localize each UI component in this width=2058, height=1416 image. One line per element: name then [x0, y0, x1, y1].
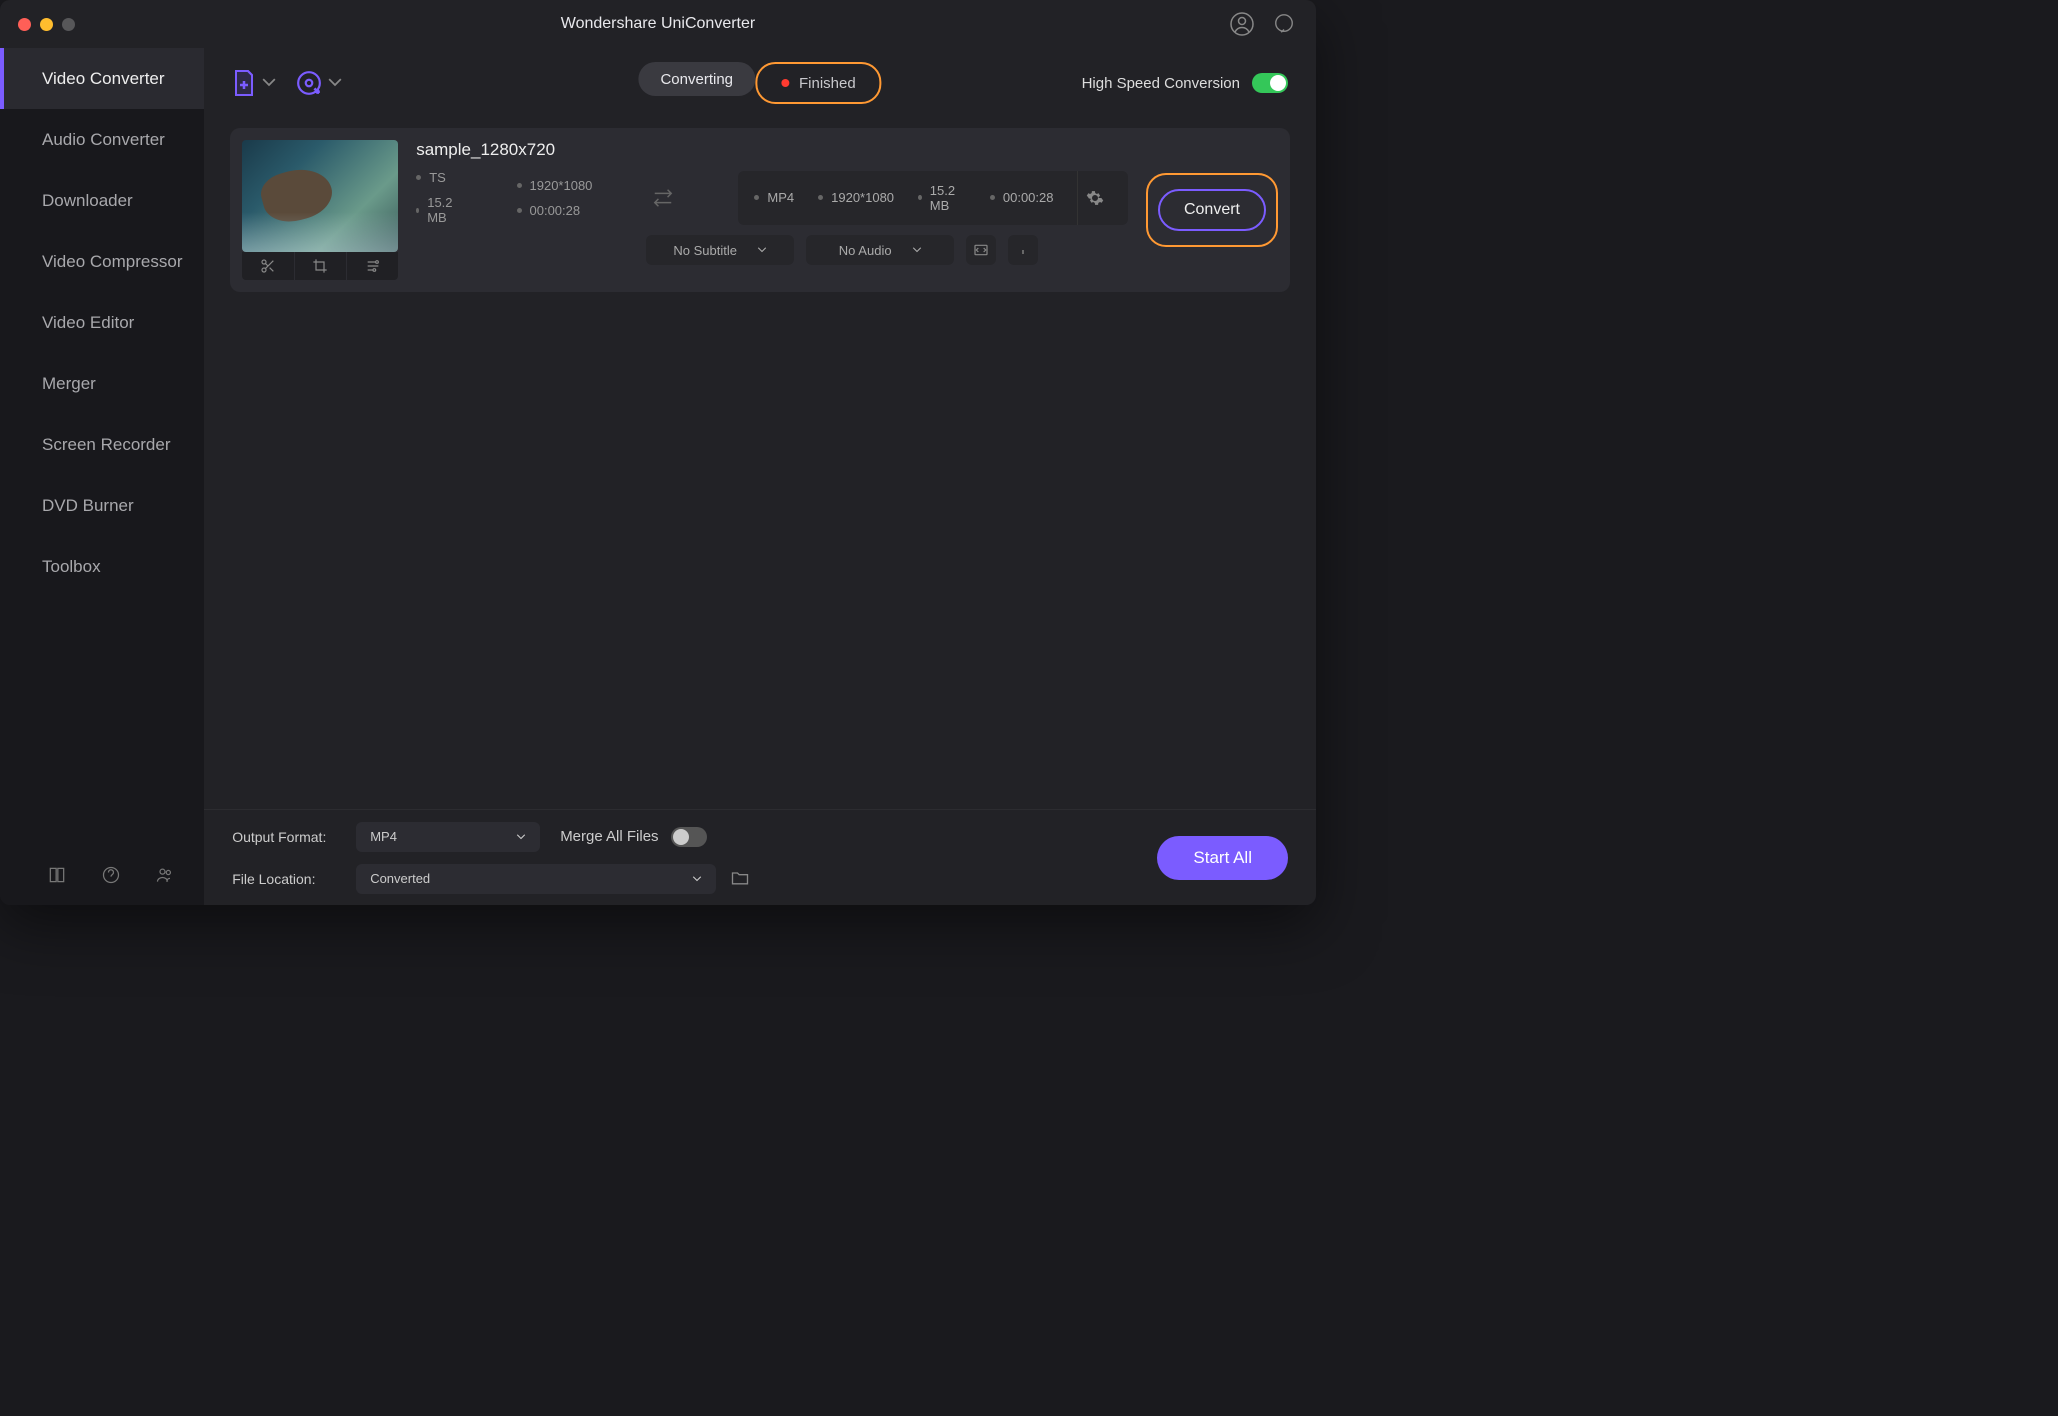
- file-location-select[interactable]: Converted: [356, 864, 716, 894]
- file-list: sample_1280x720 TS 15.2 MB 1920*1080 00:…: [204, 118, 1316, 809]
- convert-label: Convert: [1184, 201, 1240, 218]
- chevron-down-icon: [516, 834, 526, 840]
- info-icon[interactable]: [1008, 235, 1038, 265]
- hsc-label: High Speed Conversion: [1082, 75, 1240, 92]
- subtitle-select[interactable]: No Subtitle: [646, 235, 794, 265]
- nav-label: Video Converter: [42, 69, 165, 89]
- output-format-label: Output Format:: [232, 829, 342, 845]
- nav-toolbox[interactable]: Toolbox: [0, 536, 204, 597]
- main-panel: Converting Finished High Speed Conversio…: [204, 48, 1316, 905]
- minimize-window-button[interactable]: [40, 18, 53, 31]
- output-format: MP4: [754, 190, 794, 205]
- bottom-bar: Output Format: MP4 Merge All Files File …: [204, 809, 1316, 905]
- sidebar-footer: [0, 845, 204, 905]
- crop-icon[interactable]: [295, 252, 347, 280]
- trim-icon[interactable]: [242, 252, 294, 280]
- merge-all-files: Merge All Files: [560, 827, 706, 847]
- output-format-value: MP4: [370, 829, 397, 844]
- nav-video-compressor[interactable]: Video Compressor: [0, 231, 204, 292]
- start-all-label: Start All: [1193, 848, 1252, 867]
- help-icon[interactable]: [100, 864, 122, 886]
- nav-label: Video Editor: [42, 313, 134, 333]
- nav-label: Audio Converter: [42, 130, 165, 150]
- nav-label: Merger: [42, 374, 96, 394]
- nav-list: Video Converter Audio Converter Download…: [0, 48, 204, 845]
- swap-icon: [652, 186, 674, 210]
- add-file-button[interactable]: [232, 69, 276, 97]
- nav-label: Video Compressor: [42, 252, 182, 272]
- convert-highlight: Convert: [1146, 173, 1278, 247]
- thumbnail-tools: [242, 252, 398, 280]
- nav-label: Downloader: [42, 191, 133, 211]
- hsc-toggle[interactable]: [1252, 73, 1288, 93]
- sidebar: Video Converter Audio Converter Download…: [0, 48, 204, 905]
- nav-screen-recorder[interactable]: Screen Recorder: [0, 414, 204, 475]
- high-speed-conversion: High Speed Conversion: [1082, 73, 1288, 93]
- source-resolution: 1920*1080: [517, 178, 593, 193]
- output-format-select[interactable]: MP4: [356, 822, 540, 852]
- add-dvd-button[interactable]: [296, 70, 342, 96]
- tab-converting[interactable]: Converting: [638, 62, 755, 96]
- notification-dot-icon: [781, 79, 789, 87]
- maximize-window-button[interactable]: [62, 18, 75, 31]
- start-all-button[interactable]: Start All: [1157, 836, 1288, 880]
- app-title: Wondershare UniConverter: [561, 15, 755, 33]
- file-location-value: Converted: [370, 871, 430, 886]
- nav-label: Screen Recorder: [42, 435, 171, 455]
- titlebar: Wondershare UniConverter: [0, 0, 1316, 48]
- nav-video-editor[interactable]: Video Editor: [0, 292, 204, 353]
- file-name: sample_1280x720: [416, 140, 1128, 160]
- tab-label: Finished: [799, 75, 856, 92]
- output-resolution: 1920*1080: [818, 190, 894, 205]
- output-settings-button[interactable]: [1077, 171, 1111, 225]
- subtitle-value: No Subtitle: [673, 243, 737, 258]
- output-size: 15.2 MB: [918, 183, 966, 213]
- nav-label: DVD Burner: [42, 496, 134, 516]
- account-icon[interactable]: [1228, 10, 1256, 38]
- file-row: sample_1280x720 TS 15.2 MB 1920*1080 00:…: [230, 128, 1290, 292]
- guide-icon[interactable]: [46, 864, 68, 886]
- nav-downloader[interactable]: Downloader: [0, 170, 204, 231]
- source-size: 15.2 MB: [416, 195, 456, 225]
- window-controls: [18, 18, 75, 31]
- source-format: TS: [416, 170, 456, 185]
- nav-video-converter[interactable]: Video Converter: [0, 48, 204, 109]
- chevron-down-icon: [757, 247, 767, 253]
- merge-label: Merge All Files: [560, 828, 658, 845]
- tab-label: Converting: [660, 71, 733, 88]
- output-duration: 00:00:28: [990, 190, 1054, 205]
- feedback-icon[interactable]: [1270, 10, 1298, 38]
- open-folder-button[interactable]: [730, 868, 752, 890]
- community-icon[interactable]: [154, 864, 176, 886]
- nav-merger[interactable]: Merger: [0, 353, 204, 414]
- status-tabs: Converting Finished: [638, 62, 881, 104]
- effects-icon[interactable]: [347, 252, 398, 280]
- file-location-label: File Location:: [232, 871, 342, 887]
- nav-label: Toolbox: [42, 557, 101, 577]
- toolbar: Converting Finished High Speed Conversio…: [204, 48, 1316, 118]
- chevron-down-icon: [912, 247, 922, 253]
- video-thumbnail[interactable]: [242, 140, 398, 252]
- nav-dvd-burner[interactable]: DVD Burner: [0, 475, 204, 536]
- convert-button[interactable]: Convert: [1158, 189, 1266, 231]
- nav-audio-converter[interactable]: Audio Converter: [0, 109, 204, 170]
- audio-value: No Audio: [839, 243, 892, 258]
- file-info: sample_1280x720 TS 15.2 MB 1920*1080 00:…: [416, 140, 1128, 265]
- expand-icon[interactable]: [966, 235, 996, 265]
- merge-toggle[interactable]: [671, 827, 707, 847]
- output-settings-box: MP4 1920*1080 15.2 MB 00:00:28: [738, 171, 1128, 225]
- finished-highlight: Finished: [755, 62, 882, 104]
- tab-finished[interactable]: Finished: [759, 66, 878, 100]
- source-duration: 00:00:28: [517, 203, 593, 218]
- audio-select[interactable]: No Audio: [806, 235, 954, 265]
- chevron-down-icon: [692, 876, 702, 882]
- close-window-button[interactable]: [18, 18, 31, 31]
